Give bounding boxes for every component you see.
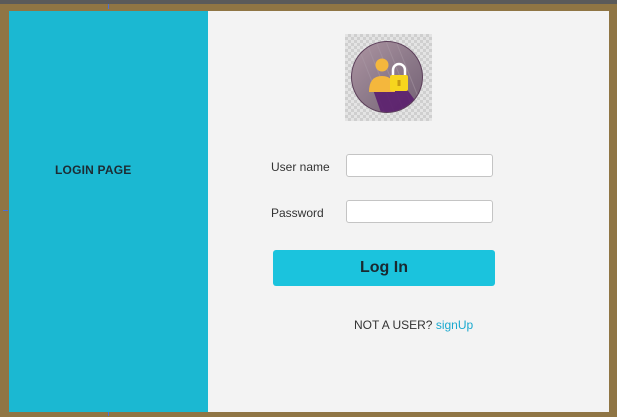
signup-row: NOT A USER? signUp xyxy=(354,318,473,332)
username-label: User name xyxy=(271,160,330,174)
signup-link[interactable]: signUp xyxy=(436,318,473,332)
page-title: LOGIN PAGE xyxy=(55,163,132,177)
login-button[interactable]: Log In xyxy=(273,250,495,286)
user-lock-icon-graphic xyxy=(351,41,423,113)
guide-marker-left xyxy=(3,210,8,211)
user-lock-icon xyxy=(345,34,432,121)
password-label: Password xyxy=(271,206,324,220)
login-window: LOGIN PAGE User name Password Log In NOT… xyxy=(0,0,617,417)
username-field[interactable] xyxy=(346,154,493,177)
signup-prompt: NOT A USER? xyxy=(354,318,433,332)
window-top-border xyxy=(0,0,617,4)
login-form-panel: User name Password Log In NOT A USER? si… xyxy=(208,11,609,412)
left-panel: LOGIN PAGE xyxy=(9,11,208,412)
guide-marker-top xyxy=(108,4,109,9)
password-field[interactable] xyxy=(346,200,493,223)
